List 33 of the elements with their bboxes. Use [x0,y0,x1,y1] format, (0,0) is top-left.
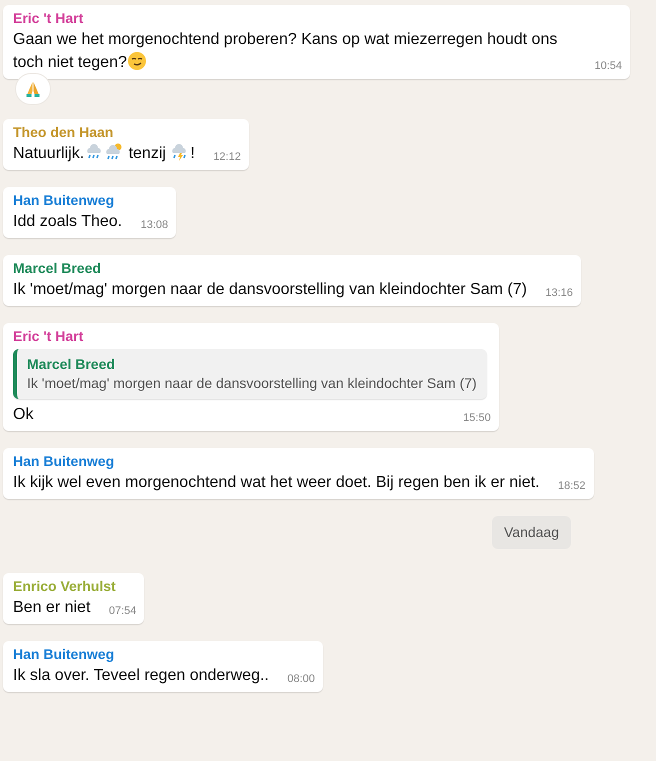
message-text: toch niet tegen? [13,54,127,71]
message-text: Ik 'moet/mag' morgen naar de dansvoorstelling van kleindochter Sam (7) [13,281,527,298]
message-time: 18:52 [558,478,586,494]
sender-name: Han Buitenweg [13,452,116,470]
sender-name: Eric 't Hart [13,327,84,345]
sun-rain-cloud-icon [104,142,124,162]
message-text: Ok [13,406,34,423]
message-text: tenzij [128,145,167,162]
message-time: 15:50 [463,410,491,426]
quoted-text: Ik 'moet/mag' morgen naar de dansvoorstelling van kleindochter Sam (7) [27,374,477,393]
message-time: 08:00 [287,672,315,686]
message-text: Idd zoals Theo. [13,213,122,230]
message-text: ! [190,145,195,162]
quoted-message[interactable]: Marcel Breed Ik 'moet/mag' morgen naar de dansvoorstelling van kleindochter Sam (7) [13,349,487,399]
message-time: 07:54 [108,604,136,618]
message-text: Gaan we het morgenochtend proberen? Kans op wat miezerregen houdt ons [13,31,558,48]
quoted-sender: Marcel Breed [27,355,116,373]
message-text: Ik sla over. Teveel regen onderweg.. [13,667,269,684]
message-text: Ik kijk wel even morgenochtend wat het weer doet. Bij regen ben ik er niet. [13,474,540,491]
message-time: 10:54 [594,58,622,74]
reaction-badge[interactable] [15,73,51,105]
sender-name: Han Buitenweg [13,645,116,663]
smirking-face-icon [126,51,147,71]
message-time: 12:12 [213,150,241,164]
sender-name: Theo den Haan [13,123,114,141]
message-time: 13:16 [545,286,573,300]
sender-name: Marcel Breed [13,259,102,277]
message-time: 13:08 [140,218,168,232]
sender-name: Enrico Verhulst [13,577,117,595]
sender-name: Eric 't Hart [13,9,84,27]
sender-name: Han Buitenweg [13,191,116,209]
message-text: Natuurlijk. [13,145,84,162]
message-text: Ben er niet [13,599,90,616]
